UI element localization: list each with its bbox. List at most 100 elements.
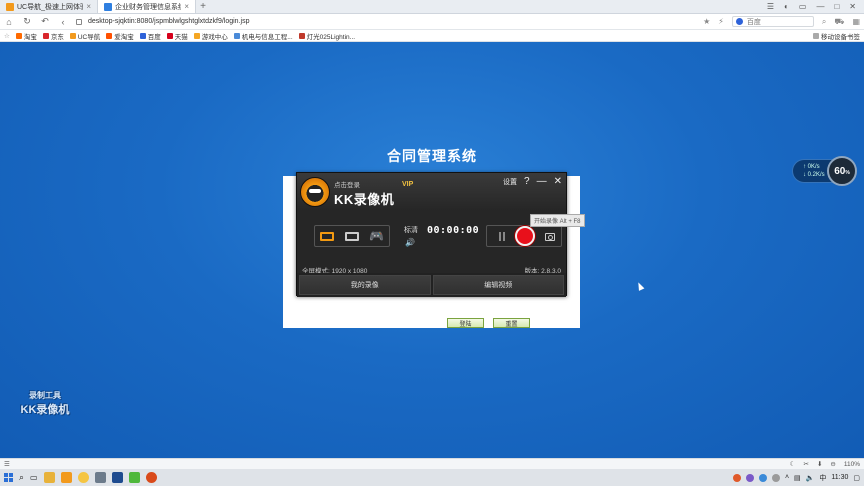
quality-selector[interactable]: 标清 xyxy=(404,225,418,235)
star-icon[interactable]: ★ xyxy=(703,17,710,26)
url-field[interactable]: desktop-sjqktin:8080/jspmblwlgshtglxtdzk… xyxy=(76,18,695,25)
my-recordings-button[interactable]: 我的录像 xyxy=(299,275,431,295)
lightning-icon[interactable]: ⚡ xyxy=(718,17,724,26)
zoom-out-icon[interactable]: ⊖ xyxy=(830,460,835,468)
address-actions: ★ ⚡ 百度 ⌕ ⛟ ▦ xyxy=(703,16,860,27)
kk-close-button[interactable]: ✕ xyxy=(554,177,562,187)
watermark-line-1: 录制工具 xyxy=(29,391,61,400)
kk-logo-icon[interactable] xyxy=(300,177,330,207)
tray-app-icon[interactable] xyxy=(745,473,754,482)
volume-tray-icon[interactable]: 🔈 xyxy=(806,474,815,482)
home-icon[interactable]: ⌂ xyxy=(4,17,14,27)
bookmark-college[interactable]: 机电与信息工程... xyxy=(233,31,293,41)
zoom-level[interactable]: 110% xyxy=(844,461,860,468)
skin-icon[interactable]: ◐ xyxy=(784,2,789,11)
gauge-unit: % xyxy=(845,169,850,176)
code-editor-icon[interactable] xyxy=(111,472,123,483)
music-app-icon[interactable] xyxy=(77,472,89,483)
refresh-icon[interactable]: ↻ xyxy=(22,16,32,27)
sidebar-toggle-icon[interactable]: ☰ xyxy=(4,460,10,468)
cart-icon[interactable]: ⛟ xyxy=(834,17,844,27)
lighting-icon xyxy=(298,32,305,39)
bookmark-jd[interactable]: 京东 xyxy=(42,31,64,41)
terminal-icon[interactable] xyxy=(94,472,106,483)
pause-icon[interactable] xyxy=(499,232,505,241)
grid-icon[interactable]: ▦ xyxy=(852,17,860,26)
close-tab-icon[interactable]: × xyxy=(184,2,189,11)
mobile-bookmarks[interactable]: 移动设备书签 xyxy=(813,31,860,41)
download-icon[interactable]: ⬇ xyxy=(817,460,822,468)
baidu-icon xyxy=(735,18,743,25)
back-icon[interactable]: ‹ xyxy=(58,17,68,27)
search-placeholder: 百度 xyxy=(746,18,761,26)
bookmark-label: 灯光025Lightin... xyxy=(306,33,356,41)
kk-controls: 🎮 标清 🔊 00:00:00 全屏模式: 1920 x 1080 版本: 2.… xyxy=(297,211,566,275)
kk-vip-badge[interactable]: VIP xyxy=(402,181,413,188)
edit-video-button[interactable]: 编辑视频 xyxy=(432,275,564,295)
menu-icon[interactable]: ☰ xyxy=(767,2,774,11)
search-input[interactable]: 百度 xyxy=(731,16,814,27)
capture-mode-group: 🎮 xyxy=(314,225,390,247)
reset-button[interactable]: 重置 xyxy=(493,318,530,328)
network-icon[interactable]: ▤ xyxy=(794,474,801,482)
kk-login-link[interactable]: 点击登录 xyxy=(334,179,360,189)
game-mode-icon[interactable]: 🎮 xyxy=(369,229,385,243)
close-window-button[interactable]: ✕ xyxy=(849,2,856,11)
file-explorer-icon[interactable] xyxy=(43,472,55,483)
uc-browser-icon[interactable] xyxy=(60,472,72,483)
record-controls xyxy=(486,225,562,247)
bookmark-ai-taobao[interactable]: 爱淘宝 xyxy=(106,31,134,41)
region-mode-icon[interactable] xyxy=(344,230,360,242)
volume-icon[interactable]: 🔊 xyxy=(405,238,415,247)
up-arrow-icon[interactable]: ˄ xyxy=(785,474,789,481)
search-icon[interactable]: ⌕ xyxy=(822,17,826,27)
bookmark-label: 京东 xyxy=(50,33,64,41)
green-app-icon[interactable] xyxy=(128,472,140,483)
record-button[interactable] xyxy=(515,226,535,246)
taskbar-search-icon[interactable]: ⌕ xyxy=(19,472,24,483)
camera-icon[interactable] xyxy=(545,233,555,241)
ime-icon[interactable]: 中 xyxy=(819,473,826,483)
bookmarks-bar: ☆ 淘宝 京东 UC导航 爱淘宝 百度 天猫 游戏中心 机电与信息工程... 灯… xyxy=(0,30,864,42)
bookmark-tmall[interactable]: 天猫 xyxy=(166,31,188,41)
bookmark-uc-nav[interactable]: UC导航 xyxy=(69,31,101,41)
tray-app-icon[interactable] xyxy=(771,473,780,482)
task-view-icon[interactable]: ▭ xyxy=(30,473,38,482)
bookmark-games[interactable]: 游戏中心 xyxy=(193,31,228,41)
ai-taobao-icon xyxy=(106,32,113,39)
kk-settings-button[interactable]: 设置 xyxy=(503,177,517,187)
restore-icon[interactable]: ▭ xyxy=(799,2,807,11)
undo-icon[interactable]: ↶ xyxy=(40,16,50,27)
tray-app-icon[interactable] xyxy=(732,473,741,482)
notification-icon[interactable]: ▢ xyxy=(853,474,860,482)
bookmark-taobao[interactable]: 淘宝 xyxy=(15,31,37,41)
fullscreen-mode-icon[interactable] xyxy=(319,230,335,242)
memory-gauge: 60% xyxy=(827,156,857,186)
tab-finance-system[interactable]: 企业财务管理信息系统 × xyxy=(98,0,196,13)
kk-minimize-button[interactable]: — xyxy=(537,177,547,187)
kk-taskbar-icon[interactable] xyxy=(145,472,157,483)
login-button[interactable]: 登陆 xyxy=(447,318,484,328)
tab-uc-nav[interactable]: UC导航_极速上网体验 × xyxy=(0,0,98,13)
clock[interactable]: 11:30 xyxy=(831,474,848,481)
page-info-icon xyxy=(76,18,82,25)
screenshot-icon[interactable]: ✂ xyxy=(803,460,808,468)
bookmark-label: 百度 xyxy=(147,33,161,41)
games-icon xyxy=(193,32,200,39)
bookmark-label: UC导航 xyxy=(77,33,101,41)
new-tab-button[interactable]: + xyxy=(196,0,210,13)
windows-start-icon[interactable] xyxy=(4,473,13,482)
bookmark-label: 淘宝 xyxy=(23,33,37,41)
moon-icon[interactable]: ☾ xyxy=(790,460,796,468)
close-tab-icon[interactable]: × xyxy=(86,2,91,11)
gauge-value: 60 xyxy=(834,165,846,177)
bookmark-lighting[interactable]: 灯光025Lightin... xyxy=(298,31,356,41)
page-favicon-icon xyxy=(104,2,112,11)
tray-app-icon[interactable] xyxy=(758,473,767,482)
network-speed-widget[interactable]: ↑ 0K/s ↓ 0.2K/s 60% xyxy=(793,156,857,186)
kk-help-button[interactable]: ? xyxy=(524,177,530,187)
bookmark-baidu[interactable]: 百度 xyxy=(139,31,161,41)
maximize-button[interactable]: □ xyxy=(834,2,839,11)
minimize-button[interactable]: — xyxy=(816,2,824,11)
upload-speed: 0K/s xyxy=(807,164,820,170)
